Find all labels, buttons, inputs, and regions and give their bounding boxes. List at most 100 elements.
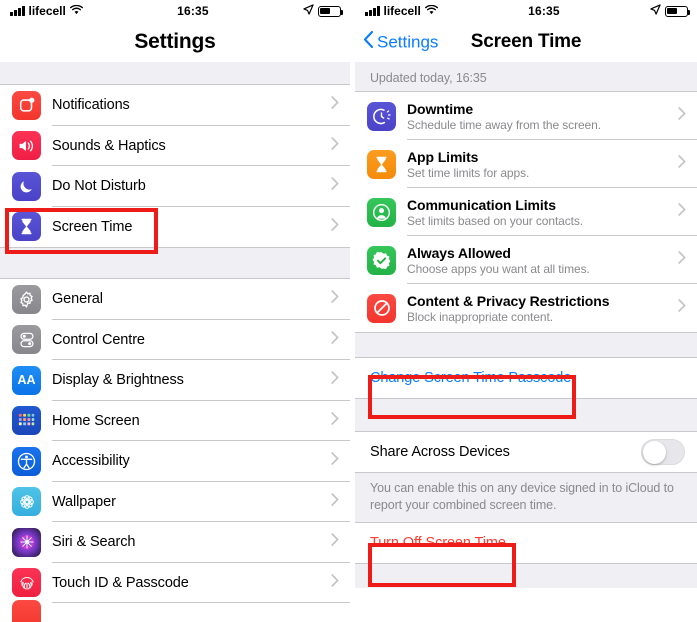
sidebar-item-label: Siri & Search xyxy=(52,534,136,551)
turn-off-screen-time-button[interactable]: Turn Off Screen Time xyxy=(355,523,697,563)
list-item-communication-limits[interactable]: Communication Limits Set limits based on… xyxy=(355,188,697,236)
screen-time-list: Updated today, 16:35 Downtime Schedule t… xyxy=(355,62,697,588)
cellular-bars-icon xyxy=(365,6,380,16)
sidebar-item-siri-search[interactable]: Siri & Search xyxy=(0,522,350,563)
sidebar-item-control-centre[interactable]: Control Centre xyxy=(0,319,350,360)
chevron-right-icon xyxy=(678,203,686,221)
row-body: Home Screen xyxy=(52,413,331,429)
chevron-right-icon xyxy=(678,299,686,317)
list-group-spacer xyxy=(0,248,350,278)
sidebar-item-home-screen[interactable]: Home Screen xyxy=(0,400,350,441)
chevron-right-icon xyxy=(331,411,339,430)
list-item-title: Always Allowed xyxy=(407,244,511,261)
wallpaper-icon xyxy=(12,487,41,517)
status-bar-left: lifecell 16:35 xyxy=(0,0,350,22)
list-item-share-across-devices[interactable]: Share Across Devices xyxy=(355,432,697,472)
sounds-haptics-icon xyxy=(12,131,41,161)
list-item-app-limits[interactable]: App Limits Set time limits for apps. xyxy=(355,140,697,188)
sidebar-item-label: Do Not Disturb xyxy=(52,178,146,195)
chevron-right-icon xyxy=(678,251,686,269)
list-item-content-privacy-restrictions[interactable]: Content & Privacy Restrictions Block ina… xyxy=(355,284,697,332)
sidebar-item-touch-id-passcode[interactable]: Touch ID & Passcode xyxy=(0,562,350,603)
list-item-title: Communication Limits xyxy=(407,196,556,213)
row-body: Touch ID & Passcode xyxy=(52,575,331,591)
settings-list: Notifications Sounds & Haptics Do Not Di… xyxy=(0,62,350,622)
list-item-subtitle: Set time limits for apps. xyxy=(407,165,530,180)
row-body: Content & Privacy Restrictions Block ina… xyxy=(407,293,678,324)
list-top-spacer xyxy=(0,62,350,84)
screen-time-feature-group: Downtime Schedule time away from the scr… xyxy=(355,91,697,333)
sidebar-item-display-brightness[interactable]: AA Display & Brightness xyxy=(0,360,350,401)
chevron-right-icon xyxy=(331,290,339,308)
status-bar-right-group xyxy=(303,4,344,18)
sidebar-item-accessibility[interactable]: Accessibility xyxy=(0,441,350,482)
sidebar-item-general[interactable]: General xyxy=(0,279,350,320)
change-screen-time-passcode-button[interactable]: Change Screen Time Passcode xyxy=(355,358,697,398)
list-item-subtitle: Set limits based on your contacts. xyxy=(407,213,584,228)
row-body: Screen Time xyxy=(52,219,331,235)
status-bar-clock: 16:35 xyxy=(528,4,560,18)
carrier-label: lifecell xyxy=(383,4,421,18)
back-button[interactable]: Settings xyxy=(363,30,439,54)
row-body: Wallpaper xyxy=(52,494,331,510)
accessibility-icon xyxy=(12,446,41,476)
list-item-downtime[interactable]: Downtime Schedule time away from the scr… xyxy=(355,92,697,140)
battery-icon xyxy=(318,5,344,17)
list-group-spacer xyxy=(355,399,697,431)
row-body: Accessibility xyxy=(52,453,331,469)
status-bar-left-group: lifecell xyxy=(365,4,438,18)
nav-bar-settings: Settings xyxy=(0,22,350,62)
sidebar-item-screen-time[interactable]: Screen Time xyxy=(0,206,350,247)
chevron-right-icon xyxy=(678,107,686,125)
left-phone-settings-screen: lifecell 16:35 Settings Notifications So… xyxy=(0,0,350,622)
sidebar-item-notifications[interactable]: Notifications xyxy=(0,85,350,126)
back-button-label: Settings xyxy=(377,32,439,51)
siri-search-icon xyxy=(12,527,41,557)
turn-off-group: Turn Off Screen Time xyxy=(355,522,697,564)
sidebar-item-do-not-disturb[interactable]: Do Not Disturb xyxy=(0,166,350,207)
row-body: Do Not Disturb xyxy=(52,178,331,194)
sidebar-item-label: Display & Brightness xyxy=(52,372,184,389)
sidebar-item-label: General xyxy=(52,291,103,308)
downtime-icon xyxy=(367,101,396,131)
chevron-right-icon xyxy=(331,136,339,155)
content-privacy-restrictions-icon xyxy=(367,293,396,323)
status-bar-clock: 16:35 xyxy=(177,4,209,18)
row-body: Notifications xyxy=(52,97,331,113)
wifi-icon xyxy=(69,4,83,18)
row-body: Downtime Schedule time away from the scr… xyxy=(407,101,678,132)
chevron-right-icon xyxy=(678,155,686,173)
row-body: Communication Limits Set limits based on… xyxy=(407,197,678,228)
list-item-title: App Limits xyxy=(407,148,479,165)
status-bar-left-group: lifecell xyxy=(10,4,83,18)
page-title: Screen Time xyxy=(470,31,582,52)
row-body: Always Allowed Choose apps you want at a… xyxy=(407,245,678,276)
row-body: Share Across Devices xyxy=(370,444,641,460)
communication-limits-icon xyxy=(367,197,396,227)
row-body: General xyxy=(52,291,331,307)
screen-time-icon xyxy=(12,212,41,242)
app-limits-icon xyxy=(367,149,396,179)
passcode-group: Change Screen Time Passcode xyxy=(355,357,697,399)
row-body: Sounds & Haptics xyxy=(52,138,331,154)
chevron-right-icon xyxy=(331,217,339,236)
sidebar-item-label: Control Centre xyxy=(52,331,145,348)
share-across-devices-toggle[interactable] xyxy=(641,439,685,465)
row-body: Display & Brightness xyxy=(52,372,331,388)
sidebar-item-partial[interactable] xyxy=(0,599,350,622)
chevron-left-icon xyxy=(363,30,374,54)
sidebar-item-sounds-haptics[interactable]: Sounds & Haptics xyxy=(0,125,350,166)
do-not-disturb-icon xyxy=(12,171,41,201)
list-item-always-allowed[interactable]: Always Allowed Choose apps you want at a… xyxy=(355,236,697,284)
screenshot-stage: lifecell 16:35 Settings Notifications So… xyxy=(0,0,697,622)
carrier-label: lifecell xyxy=(28,4,66,18)
sidebar-item-wallpaper[interactable]: Wallpaper xyxy=(0,481,350,522)
updated-label: Updated today, 16:35 xyxy=(355,62,697,91)
share-across-devices-label: Share Across Devices xyxy=(370,444,510,460)
partial-row-icon xyxy=(12,599,41,622)
location-arrow-icon xyxy=(650,4,661,18)
location-arrow-icon xyxy=(303,4,314,18)
settings-group-1: Notifications Sounds & Haptics Do Not Di… xyxy=(0,84,350,248)
notifications-icon xyxy=(12,90,41,120)
battery-icon xyxy=(665,5,691,17)
